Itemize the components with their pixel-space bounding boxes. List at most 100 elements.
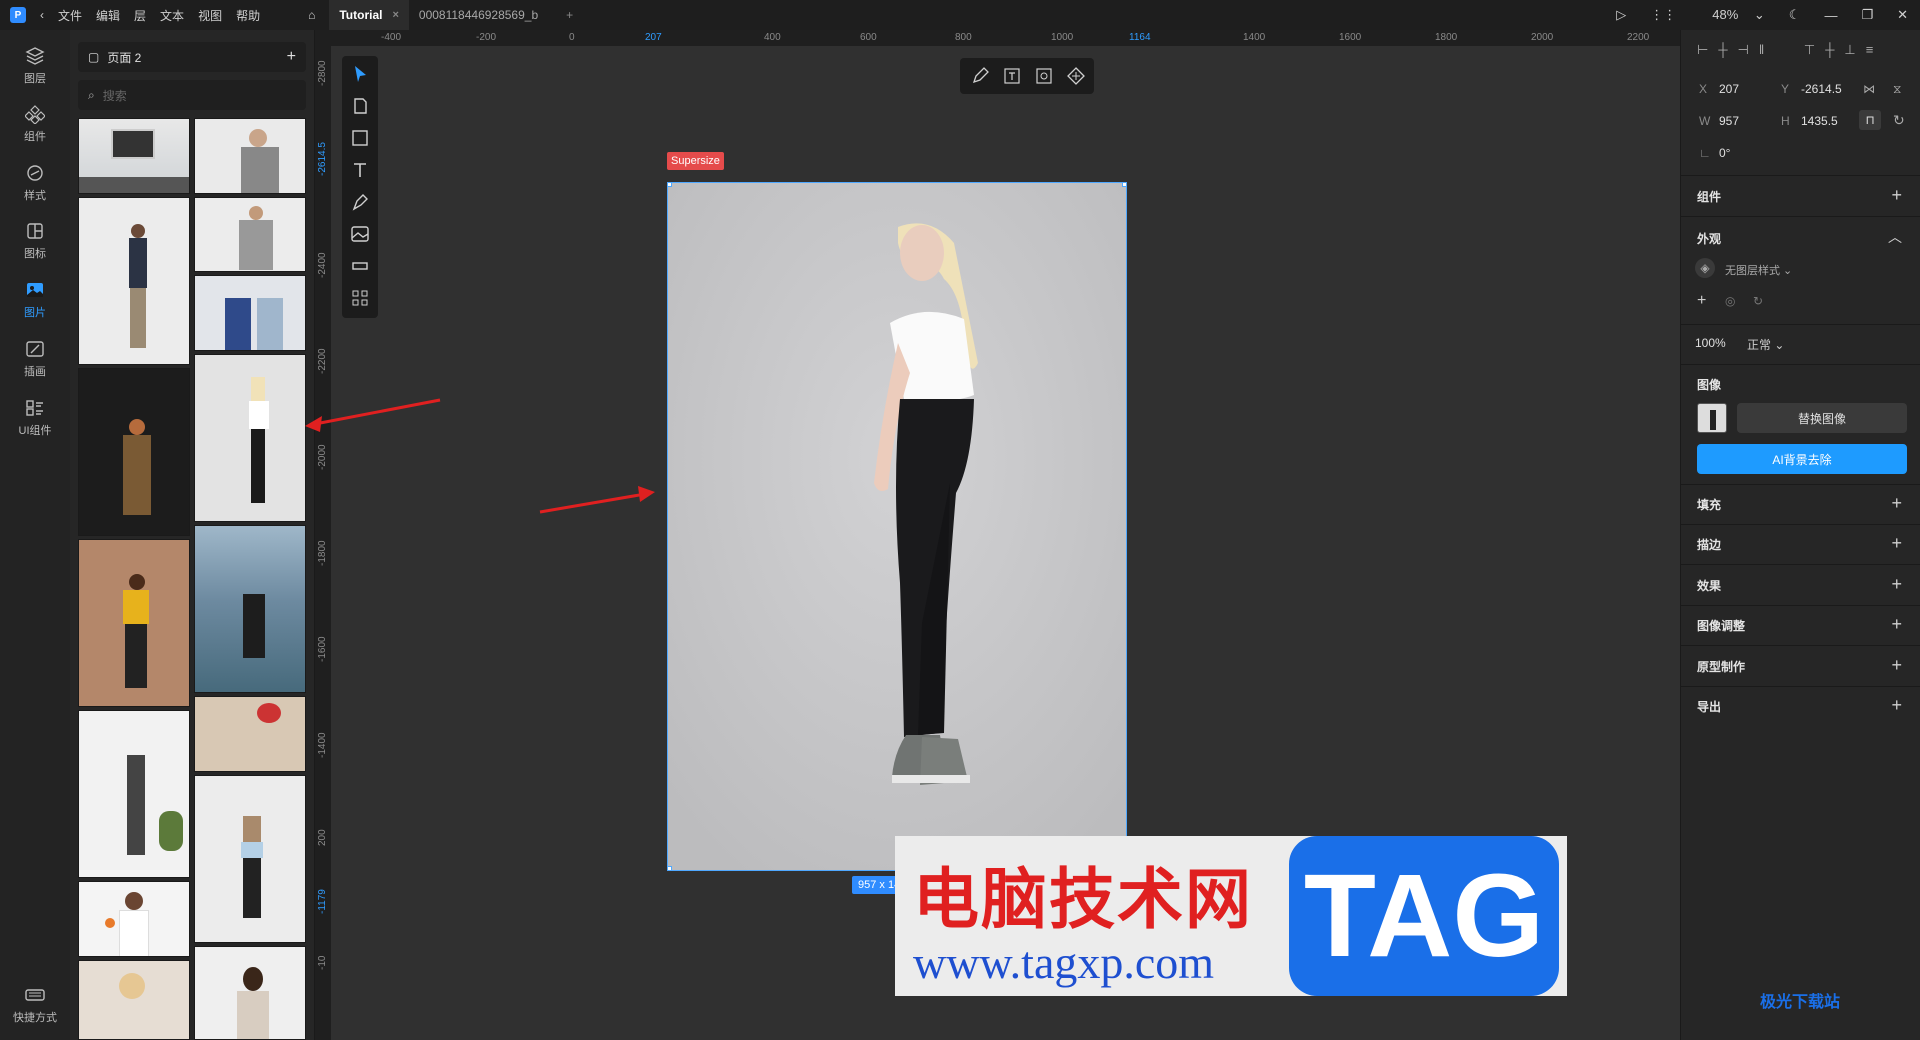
align-top-icon[interactable]: ⊤ (1804, 42, 1825, 57)
home-icon[interactable]: ⌂ (308, 8, 315, 22)
minimize-icon[interactable]: — (1824, 8, 1837, 23)
image-thumb-dancer[interactable] (78, 539, 190, 707)
rectangle-tool-icon[interactable] (350, 128, 370, 148)
distribute-v-icon[interactable]: ≡ (1866, 42, 1884, 57)
image-thumb-woman-plants[interactable] (78, 710, 190, 878)
menu-layer[interactable]: 层 (134, 7, 146, 24)
collapse-icon[interactable]: ︿ (1888, 230, 1902, 244)
component-create-icon[interactable] (1066, 66, 1086, 86)
rail-layers[interactable]: 图层 (0, 46, 70, 86)
align-bottom-icon[interactable]: ⊥ (1844, 42, 1865, 57)
image-thumb-two-men[interactable] (194, 275, 306, 351)
grid-menu-icon[interactable]: ⋮⋮ (1650, 7, 1676, 23)
menu-file[interactable]: 文件 (58, 7, 82, 24)
add-export-icon[interactable]: + (1891, 696, 1902, 714)
tab-file[interactable]: 0008118446928569_b (409, 0, 548, 30)
search-input[interactable]: ⌕ 搜索 (78, 80, 306, 110)
opacity-input[interactable]: 100% (1695, 336, 1726, 350)
new-tab-icon[interactable]: + (566, 8, 573, 22)
x-input[interactable]: 207 (1719, 82, 1739, 96)
reset-size-icon[interactable]: ↻ (1893, 112, 1905, 129)
restore-icon[interactable]: ❐ (1861, 7, 1873, 23)
frame-tool-icon[interactable] (350, 96, 370, 116)
distribute-h-icon[interactable]: ‖ (1759, 42, 1774, 57)
image-thumb-woman-pose[interactable] (194, 946, 306, 1040)
crop-icon[interactable] (1034, 66, 1054, 86)
replace-image-button[interactable]: 替换图像 (1737, 403, 1907, 433)
rail-ui-kit[interactable]: UI组件 (0, 398, 70, 438)
rail-icons[interactable]: 图标 (0, 221, 70, 261)
menu-help[interactable]: 帮助 (236, 7, 260, 24)
watermark-banner: 电脑技术网 www.tagxp.com TAG (895, 836, 1567, 996)
add-effect-icon[interactable]: + (1891, 575, 1902, 593)
menu-edit[interactable]: 编辑 (96, 7, 120, 24)
app-logo[interactable]: P (10, 7, 26, 23)
close-window-icon[interactable]: ✕ (1897, 7, 1908, 23)
play-icon[interactable]: ▷ (1616, 7, 1626, 23)
align-left-icon[interactable]: ⊢ (1697, 42, 1718, 57)
image-thumb-man-light[interactable] (194, 118, 306, 194)
resize-handle-tr[interactable] (1122, 183, 1126, 187)
pen-tool-icon[interactable] (350, 192, 370, 212)
menu-text[interactable]: 文本 (160, 7, 184, 24)
align-right-icon[interactable]: ⊣ (1738, 42, 1759, 57)
text-box-icon[interactable] (1002, 66, 1022, 86)
rail-images[interactable]: 图片 (0, 280, 70, 320)
plugins-tool-icon[interactable] (350, 288, 370, 308)
blend-mode-select[interactable]: 正常 ⌄ (1747, 336, 1784, 353)
page-selector[interactable]: ▢ 页面 2 + (78, 42, 306, 72)
lock-ratio-icon[interactable]: ⊓ (1859, 110, 1881, 130)
add-style-icon[interactable]: + (1697, 292, 1706, 310)
resize-handle-tl[interactable] (668, 183, 672, 187)
zoom-select[interactable]: 48% ⌄ (1700, 7, 1765, 23)
image-thumb-office[interactable] (78, 118, 190, 194)
image-thumb-workshop[interactable] (194, 696, 306, 772)
image-tool-icon[interactable] (350, 224, 370, 244)
flip-vertical-icon[interactable]: ⧖ (1893, 82, 1901, 97)
image-thumb-woman-fitness[interactable] (194, 775, 306, 943)
ai-remove-background-button[interactable]: AI背景去除 (1697, 444, 1907, 474)
back-icon[interactable]: ‹ (40, 8, 44, 22)
tab-tutorial[interactable]: Tutorial × (329, 0, 409, 30)
rail-styles[interactable]: 样式 (0, 163, 70, 203)
selected-image-frame[interactable] (667, 182, 1127, 871)
add-component-icon[interactable]: + (1891, 186, 1902, 204)
align-toolbar[interactable]: ⊢┼⊣‖ ⊤┼⊥≡ (1681, 42, 1920, 62)
refresh-style-icon[interactable]: ↻ (1753, 294, 1763, 308)
image-thumb-doctor[interactable] (78, 881, 190, 957)
rotation-input[interactable]: 0° (1719, 146, 1730, 160)
image-thumb-man-standing[interactable] (78, 197, 190, 365)
add-image-adjust-icon[interactable]: + (1891, 615, 1902, 633)
edit-icon[interactable] (970, 66, 990, 86)
y-input[interactable]: -2614.5 (1801, 82, 1842, 96)
layer-style-select[interactable]: 无图层样式 ⌄ (1725, 262, 1792, 278)
height-input[interactable]: 1435.5 (1801, 114, 1838, 128)
select-tool-icon[interactable] (350, 64, 370, 84)
add-page-icon[interactable]: + (287, 48, 296, 66)
add-stroke-icon[interactable]: + (1891, 534, 1902, 552)
rail-components[interactable]: 组件 (0, 104, 70, 144)
frame-name-tag[interactable]: Supersize (667, 152, 724, 170)
image-preview-thumb[interactable] (1697, 403, 1727, 433)
flip-horizontal-icon[interactable]: ⋈ (1863, 82, 1875, 96)
align-center-icon[interactable]: ┼ (1718, 42, 1737, 57)
image-thumb-woman-blonde[interactable] (78, 960, 190, 1040)
dark-mode-icon[interactable]: ☾ (1789, 7, 1801, 23)
add-prototype-icon[interactable]: + (1891, 656, 1902, 674)
width-input[interactable]: 957 (1719, 114, 1739, 128)
add-fill-icon[interactable]: + (1891, 494, 1902, 512)
component-tool-icon[interactable] (350, 256, 370, 276)
resize-handle-bl[interactable] (668, 866, 672, 870)
rail-shortcuts[interactable]: 快捷方式 (0, 985, 70, 1025)
close-icon[interactable]: × (392, 9, 398, 21)
image-thumb-man-fruit[interactable] (194, 197, 306, 272)
image-thumb-woman-profile[interactable] (194, 354, 306, 522)
check-style-icon[interactable]: ◎ (1725, 294, 1735, 308)
assets-panel: ▢ 页面 2 + ⌕ 搜索 (70, 30, 315, 1040)
image-thumb-woman-suit[interactable] (78, 368, 190, 536)
rail-illustrations[interactable]: 插画 (0, 339, 70, 379)
image-thumb-lake[interactable] (194, 525, 306, 693)
menu-view[interactable]: 视图 (198, 7, 222, 24)
text-tool-icon[interactable] (350, 160, 370, 180)
align-middle-icon[interactable]: ┼ (1825, 42, 1844, 57)
